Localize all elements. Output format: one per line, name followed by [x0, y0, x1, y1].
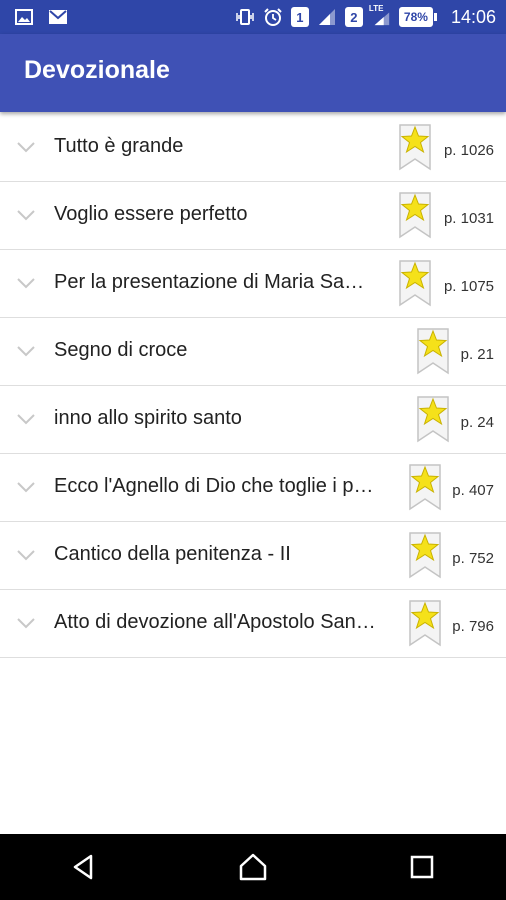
- bookmark-star-icon[interactable]: [398, 123, 432, 171]
- item-title: Ecco l'Agnello di Dio che toglie i p…: [54, 475, 374, 497]
- bookmark-star-icon[interactable]: [398, 191, 432, 239]
- home-button[interactable]: [233, 847, 273, 887]
- page-number: p. 1031: [443, 210, 494, 227]
- list-item[interactable]: Segno di croce p. 21: [0, 318, 506, 386]
- chevron-down-icon[interactable]: [16, 344, 36, 358]
- item-title: inno allo spirito santo: [54, 407, 242, 429]
- devotion-list: Tutto è grande p. 1026 Voglio essere per…: [0, 114, 506, 658]
- list-item[interactable]: Per la presentazione di Maria Sa… p. 107…: [0, 250, 506, 318]
- page-number: p. 21: [460, 346, 494, 363]
- bookmark-star-icon[interactable]: [398, 259, 432, 307]
- list-item[interactable]: Ecco l'Agnello di Dio che toglie i p… p.…: [0, 454, 506, 522]
- chevron-down-icon[interactable]: [16, 412, 36, 426]
- battery-level: 78%: [398, 7, 433, 27]
- bookmark-star-icon[interactable]: [416, 327, 450, 375]
- item-title: Atto di devozione all'Apostolo San…: [54, 611, 376, 633]
- home-icon: [239, 853, 267, 881]
- chevron-down-icon[interactable]: [16, 480, 36, 494]
- item-title: Per la presentazione di Maria Sa…: [54, 271, 365, 293]
- list-item[interactable]: Tutto è grande p. 1026: [0, 114, 506, 182]
- sim1-icon: 1: [290, 7, 309, 27]
- page-number: p. 24: [460, 414, 494, 431]
- list-item[interactable]: Cantico della penitenza - II p. 752: [0, 522, 506, 590]
- clock: 14:06: [450, 6, 496, 27]
- list-item[interactable]: inno allo spirito santo p. 24: [0, 386, 506, 454]
- item-title: Tutto è grande: [54, 135, 184, 157]
- page-number: p. 1075: [443, 278, 494, 295]
- page-number: p. 796: [452, 618, 494, 635]
- list-item[interactable]: Atto di devozione all'Apostolo San… p. 7…: [0, 590, 506, 658]
- bookmark-star-icon[interactable]: [408, 463, 442, 511]
- chevron-down-icon[interactable]: [16, 548, 36, 562]
- network-type-label: LTE: [368, 4, 384, 13]
- vibrate-icon: [235, 7, 255, 27]
- bookmark-star-icon[interactable]: [408, 531, 442, 579]
- list-item[interactable]: Voglio essere perfetto p. 1031: [0, 182, 506, 250]
- chevron-down-icon[interactable]: [16, 616, 36, 630]
- item-title: Cantico della penitenza - II: [54, 543, 291, 565]
- navigation-bar: [0, 834, 506, 900]
- item-title: Voglio essere perfetto: [54, 203, 248, 225]
- gmail-notification-icon: [48, 7, 68, 27]
- back-button[interactable]: [64, 847, 104, 887]
- chevron-down-icon[interactable]: [16, 276, 36, 290]
- bookmark-star-icon[interactable]: [416, 395, 450, 443]
- chevron-down-icon[interactable]: [16, 140, 36, 154]
- recents-square-icon: [410, 855, 433, 879]
- page-number: p. 1026: [443, 142, 494, 159]
- page-number: p. 407: [452, 482, 494, 499]
- status-bar: 1 2 LTE 78% 14:06: [0, 0, 506, 34]
- page-number: p. 752: [452, 550, 494, 567]
- app-title: Devozionale: [24, 56, 170, 84]
- alarm-icon: [263, 7, 283, 27]
- app-bar: Devozionale: [0, 34, 506, 112]
- back-triangle-icon: [74, 854, 93, 880]
- bookmark-star-icon[interactable]: [408, 599, 442, 647]
- item-title: Segno di croce: [54, 339, 188, 361]
- recents-button[interactable]: [402, 847, 442, 887]
- battery-icon: 78%: [398, 7, 437, 27]
- sim2-icon: 2: [344, 7, 363, 27]
- signal-icon: [317, 7, 337, 27]
- image-notification-icon: [14, 7, 34, 27]
- lte-signal-icon: LTE: [368, 4, 391, 27]
- chevron-down-icon[interactable]: [16, 208, 36, 222]
